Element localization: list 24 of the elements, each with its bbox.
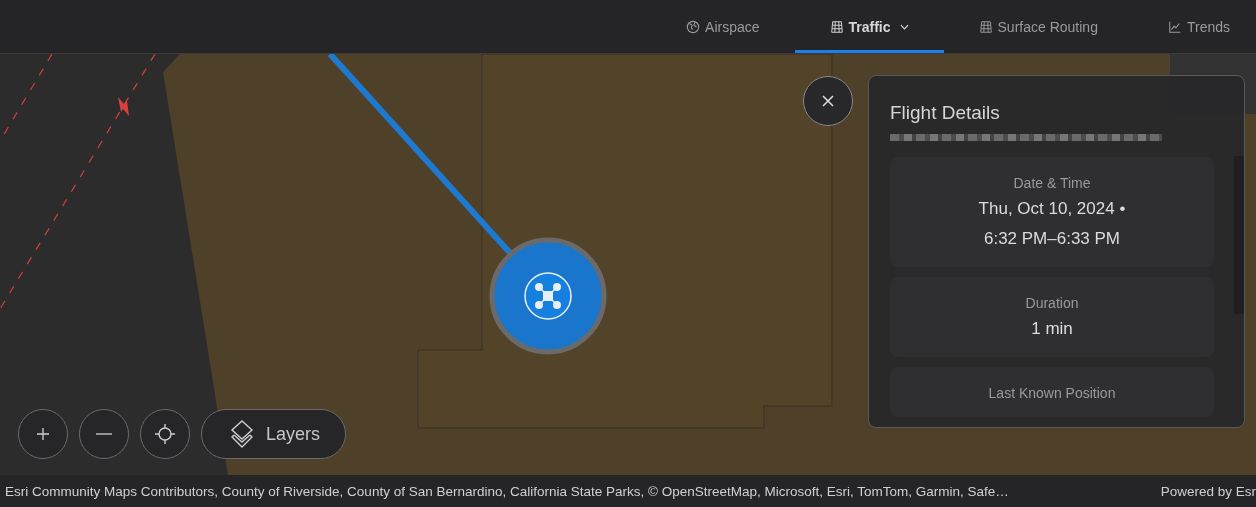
globe-icon <box>686 19 701 34</box>
grid-icon <box>978 19 993 34</box>
card-value: Thu, Oct 10, 2024 • <box>978 198 1126 220</box>
card-label: Last Known Position <box>988 385 1116 401</box>
line-chart-icon <box>1167 19 1182 34</box>
layers-icon <box>230 420 254 448</box>
card-value: 6:32 PM–6:33 PM <box>983 228 1121 250</box>
nav-tab[interactable]: Airspace <box>651 0 795 53</box>
card-label: Duration <box>1025 295 1079 311</box>
minus-icon <box>96 432 112 436</box>
panel-title: Flight Details <box>890 102 1001 124</box>
close-icon <box>821 94 835 108</box>
drone-marker[interactable] <box>489 237 607 355</box>
plus-icon <box>36 427 50 441</box>
map-attribution: Esri Community Maps Contributors, County of Riverside, County of San Bernardino, California State Parks, © OpenStreetMap, Microsoft, Esri, TomTom, Garmin, Safe… <box>5 483 1009 499</box>
card-label: Date & Time <box>1013 175 1091 191</box>
crosshair-icon <box>155 424 175 444</box>
powered-by-text: Powered by Esr <box>1160 483 1256 499</box>
grid-icon <box>829 19 844 34</box>
nav-tab[interactable]: Trends <box>1132 0 1256 53</box>
card-value: 1 min <box>1031 318 1073 340</box>
nav-tab[interactable]: Surface Routing <box>943 0 1133 53</box>
scrollbar[interactable] <box>1234 156 1244 314</box>
layers-button[interactable]: Layers <box>201 409 347 459</box>
